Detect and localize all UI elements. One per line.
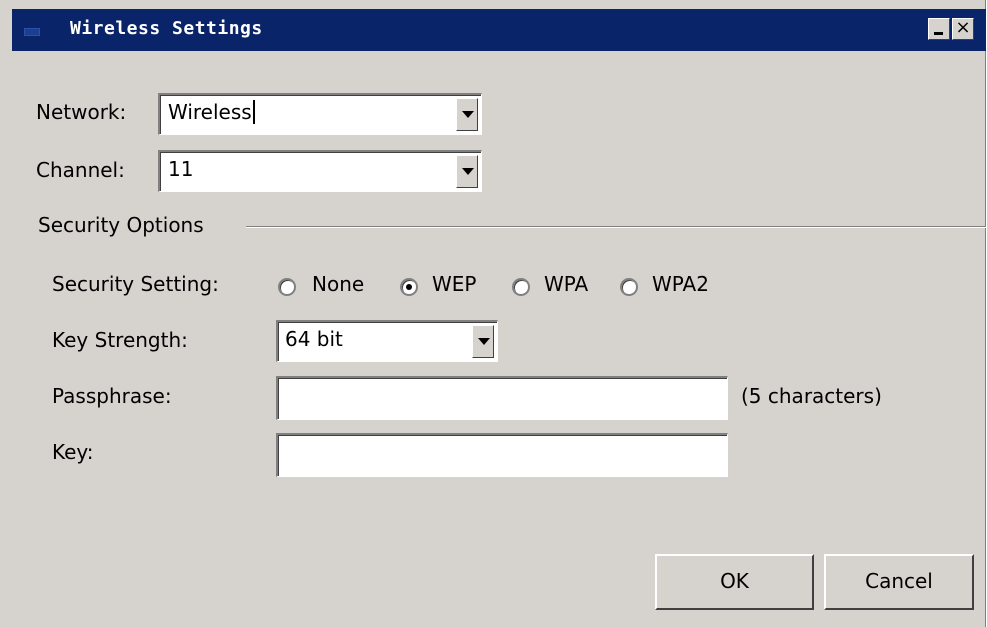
key-label: Key: xyxy=(52,440,94,464)
network-value-wrap: Wireless xyxy=(168,100,255,124)
radio-wep[interactable] xyxy=(400,278,418,296)
passphrase-hint: (5 characters) xyxy=(741,384,882,408)
radio-none[interactable] xyxy=(278,278,296,296)
channel-dropdown-button[interactable] xyxy=(456,155,478,188)
group-separator xyxy=(246,226,986,228)
key-strength-combobox[interactable]: 64 bit xyxy=(276,320,498,362)
security-setting-label: Security Setting: xyxy=(52,272,219,296)
radio-wep-label: WEP xyxy=(432,272,477,296)
minimize-icon xyxy=(934,32,943,35)
network-label: Network: xyxy=(36,100,127,124)
window-app-icon xyxy=(24,28,40,36)
window-title: Wireless Settings xyxy=(70,18,263,39)
passphrase-label: Passphrase: xyxy=(52,384,172,408)
security-options-group-title: Security Options xyxy=(38,213,204,237)
radio-wpa2[interactable] xyxy=(620,278,638,296)
chevron-down-icon xyxy=(462,168,474,175)
radio-selected-dot xyxy=(406,284,412,290)
close-icon: × xyxy=(955,17,971,38)
radio-wpa[interactable] xyxy=(512,278,530,296)
channel-combobox[interactable]: 11 xyxy=(158,150,482,192)
key-strength-label: Key Strength: xyxy=(52,328,188,352)
channel-value: 11 xyxy=(168,157,194,181)
network-combobox[interactable]: Wireless xyxy=(158,93,482,135)
ok-button[interactable]: OK xyxy=(655,554,814,610)
radio-wpa2-label: WPA2 xyxy=(652,272,709,296)
wireless-settings-window: Wireless Settings × Network: Wireless Ch… xyxy=(0,0,986,627)
chevron-down-icon xyxy=(478,338,490,345)
cancel-button[interactable]: Cancel xyxy=(824,554,974,610)
network-value: Wireless xyxy=(168,100,252,124)
channel-label: Channel: xyxy=(36,158,125,182)
radio-none-label: None xyxy=(312,272,365,296)
radio-wpa-label: WPA xyxy=(544,272,589,296)
text-cursor xyxy=(252,100,255,124)
network-dropdown-button[interactable] xyxy=(456,98,478,131)
passphrase-field[interactable] xyxy=(276,376,728,420)
close-button[interactable]: × xyxy=(952,17,974,40)
key-strength-value: 64 bit xyxy=(285,327,343,351)
minimize-button[interactable] xyxy=(928,18,950,40)
chevron-down-icon xyxy=(462,111,474,118)
title-bar[interactable]: Wireless Settings × xyxy=(12,9,986,51)
key-strength-dropdown-button[interactable] xyxy=(472,325,494,358)
key-field[interactable] xyxy=(276,433,728,477)
